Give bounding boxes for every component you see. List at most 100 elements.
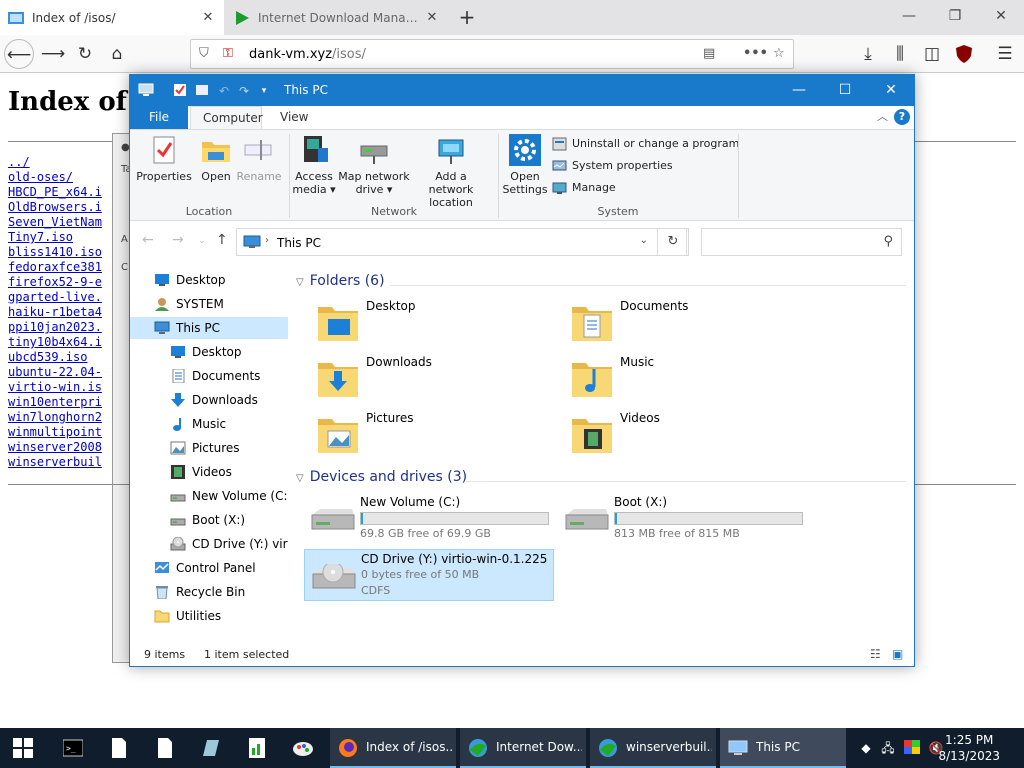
home-button[interactable]: ⌂	[102, 39, 132, 69]
tool-pinned[interactable]	[188, 728, 234, 768]
file-link[interactable]: winserver2008	[8, 440, 102, 455]
sidebar-item[interactable]: Desktop	[130, 341, 288, 363]
folder-item[interactable]: Music	[564, 355, 814, 405]
drive-item[interactable]: New Volume (C:) 69.8 GB free of 69.9 GB	[304, 493, 554, 545]
menu-icon[interactable]: ☰	[990, 39, 1020, 69]
sidebar-item[interactable]: This PC	[130, 317, 288, 339]
bookmark-star-icon[interactable]: ☆	[773, 46, 785, 61]
sidebar-item[interactable]: Music	[130, 413, 288, 435]
file-link[interactable]: tiny10b4x64.i	[8, 335, 102, 350]
add-network-location-button[interactable]: Add a network location	[412, 134, 490, 209]
file-link[interactable]: ../	[8, 155, 102, 170]
folder-item[interactable]: Documents	[564, 299, 814, 349]
drive-item[interactable]: CD Drive (Y:) virtio-win-0.1.225 0 bytes …	[304, 549, 554, 601]
manage-button[interactable]: Manage	[552, 179, 616, 197]
tab-idm[interactable]: Internet Download Manager: T ✕	[226, 0, 448, 35]
folders-section-header[interactable]: ▽ Folders (6)	[296, 273, 385, 289]
sidebar-item[interactable]: Desktop	[130, 269, 288, 291]
sidebar-item[interactable]: SYSTEM	[130, 293, 288, 315]
reader-view-icon[interactable]: ▤	[703, 46, 715, 61]
chevron-down-icon[interactable]: ▽	[296, 473, 304, 484]
chart-pinned[interactable]	[234, 728, 280, 768]
taskbar-item-firefox[interactable]: Index of /isos...	[330, 728, 456, 768]
tab-index-of-isos[interactable]: Index of /isos/ ✕	[0, 0, 224, 35]
sidebar-item[interactable]: Recycle Bin	[130, 581, 288, 603]
file-link[interactable]: winserverbuil	[8, 455, 102, 470]
ublock-icon[interactable]	[949, 39, 979, 69]
file-link[interactable]: winmultipoint	[8, 425, 102, 440]
drives-section-header[interactable]: ▽ Devices and drives (3)	[296, 469, 467, 485]
network-icon[interactable]: 🖧	[880, 740, 896, 756]
sidebar-item[interactable]: New Volume (C:)	[130, 485, 288, 507]
forward-icon[interactable]: →	[172, 232, 184, 248]
chevron-down-icon[interactable]: ▽	[296, 277, 304, 288]
file-link[interactable]: OldBrowsers.i	[8, 200, 102, 215]
chevron-up-icon[interactable]: ︿	[877, 108, 888, 124]
close-icon[interactable]: ✕	[424, 10, 440, 25]
back-button[interactable]: ⟵	[4, 39, 34, 69]
clock[interactable]: 1:25 PM 8/13/2023	[938, 732, 1000, 764]
reload-button[interactable]: ↻	[70, 39, 100, 69]
redo-icon[interactable]: ↷	[236, 83, 252, 99]
drive-item[interactable]: Boot (X:) 813 MB free of 815 MB	[558, 493, 808, 545]
new-tab-button[interactable]: +	[455, 5, 479, 29]
file-link[interactable]: old-oses/	[8, 170, 102, 185]
file-link[interactable]: win10enterpri	[8, 395, 102, 410]
close-button[interactable]: ✕	[868, 75, 914, 106]
large-icons-view-icon[interactable]: ▣	[892, 643, 903, 666]
tab-view[interactable]: View	[268, 106, 320, 129]
sidebar-item[interactable]: Videos	[130, 461, 288, 483]
open-button[interactable]: Open	[196, 134, 236, 183]
taskbar-item-idm-download[interactable]: winserverbuil...	[590, 728, 716, 768]
sidebar-item[interactable]: Pictures	[130, 437, 288, 459]
open-settings-button[interactable]: Open Settings	[502, 134, 548, 196]
new-folder-quick-icon[interactable]	[194, 83, 210, 99]
map-network-drive-button[interactable]: Map network drive ▾	[338, 134, 410, 196]
color-tray-icon[interactable]	[904, 740, 920, 756]
properties-button[interactable]: Properties	[136, 134, 192, 183]
taskbar-item-this-pc[interactable]: This PC	[720, 728, 846, 768]
refresh-button[interactable]: ↻	[657, 228, 689, 256]
back-icon[interactable]: ←	[142, 232, 154, 248]
sidebar-item[interactable]: Documents	[130, 365, 288, 387]
breadcrumb-this-pc[interactable]: This PC	[277, 236, 321, 250]
close-window-button[interactable]: ✕	[978, 0, 1024, 32]
close-icon[interactable]: ✕	[200, 10, 216, 25]
file-link[interactable]: HBCD_PE_x64.i	[8, 185, 102, 200]
maximize-button[interactable]: ☐	[822, 75, 868, 106]
file-link[interactable]: firefox52-9-e	[8, 275, 102, 290]
sidebar-item[interactable]: CD Drive (Y:) virtio	[130, 533, 288, 555]
file-link[interactable]: fedoraxfce381	[8, 260, 102, 275]
rename-button[interactable]: Rename	[236, 134, 282, 183]
folder-item[interactable]: Desktop	[310, 299, 560, 349]
details-view-icon[interactable]: ☷	[870, 643, 881, 666]
restore-button[interactable]: ❐	[932, 0, 978, 32]
minimize-button[interactable]: —	[886, 0, 932, 32]
file-link[interactable]: virtio-win.is	[8, 380, 102, 395]
idm-tray-icon[interactable]: ◆	[858, 740, 874, 756]
folder-item[interactable]: Pictures	[310, 411, 560, 461]
file-link[interactable]: gparted-live.	[8, 290, 102, 305]
file-link[interactable]: Tiny7.iso	[8, 230, 102, 245]
insecure-lock-icon[interactable]: ⚿	[223, 46, 233, 61]
system-properties-button[interactable]: System properties	[552, 157, 673, 175]
url-bar[interactable]: ⛉ ⚿ dank-vm.xyz/isos/ ▤ ••• ☆	[190, 39, 794, 69]
file-link[interactable]: bliss1410.iso	[8, 245, 102, 260]
shield-icon[interactable]: ⛉	[199, 46, 209, 61]
search-input[interactable]: ⚲	[701, 228, 902, 256]
tab-file[interactable]: File	[130, 106, 188, 129]
uninstall-program-button[interactable]: Uninstall or change a program	[552, 135, 739, 153]
file-link[interactable]: win7longhorn2	[8, 410, 102, 425]
breadcrumb-chevron-icon[interactable]: ›	[265, 235, 269, 246]
sidebar-item[interactable]: Utilities	[130, 605, 288, 627]
sidebar-icon[interactable]: ◫	[917, 39, 947, 69]
taskbar-item-idm[interactable]: Internet Dow...	[460, 728, 586, 768]
file-link[interactable]: Seven_VietNam	[8, 215, 102, 230]
paint-pinned[interactable]	[280, 728, 326, 768]
downloads-icon[interactable]: ⤓	[853, 39, 883, 69]
access-media-button[interactable]: Access media ▾	[292, 134, 336, 196]
address-bar[interactable]: › This PC ⌄	[236, 228, 687, 256]
minimize-button[interactable]: —	[776, 75, 822, 106]
undo-icon[interactable]: ↶	[216, 83, 232, 99]
properties-quick-icon[interactable]	[172, 83, 188, 99]
